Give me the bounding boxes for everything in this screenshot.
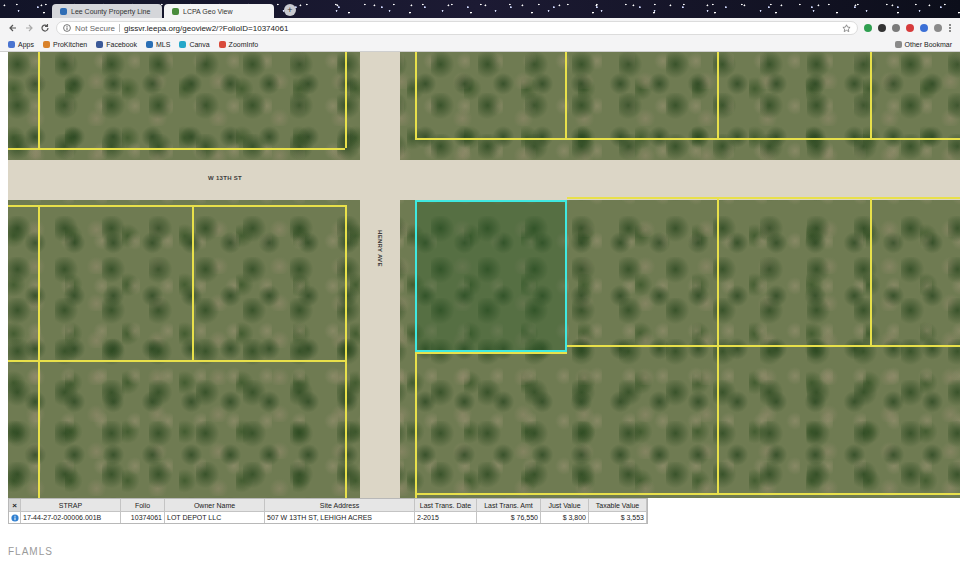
parcel-line xyxy=(192,205,194,360)
column-header[interactable]: Owner Name xyxy=(165,499,265,511)
parcel-line xyxy=(8,148,345,150)
parcel-line xyxy=(415,352,567,354)
browser-tab[interactable]: Lee County Property Line xyxy=(52,4,162,18)
page: W 13TH ST HENRY AVE ×STRAPFolioOwner NameS… xyxy=(0,52,960,557)
back-arrow-icon[interactable] xyxy=(8,23,18,33)
extension-icon[interactable] xyxy=(864,24,872,32)
parcel-line xyxy=(38,52,40,148)
other-bookmarks-label[interactable]: Other Bookmar xyxy=(905,41,952,48)
column-header[interactable]: Taxable Value xyxy=(589,499,647,511)
favicon-icon xyxy=(60,8,67,15)
bookmark-label[interactable]: Apps xyxy=(18,41,34,48)
road xyxy=(360,52,400,498)
parcel-line xyxy=(717,197,719,493)
menu-icon[interactable] xyxy=(948,23,952,33)
extension-icon[interactable] xyxy=(906,24,914,32)
parcel-line xyxy=(870,52,872,138)
info-cell[interactable] xyxy=(9,511,21,523)
column-header[interactable]: Just Value xyxy=(541,499,589,511)
other-bookmarks[interactable]: Other Bookmar xyxy=(895,41,952,48)
table-cell: $ 3,800 xyxy=(541,511,589,523)
reload-icon[interactable] xyxy=(40,23,50,33)
parcel-line xyxy=(415,138,960,140)
column-header[interactable]: Site Address xyxy=(265,499,415,511)
forward-arrow-icon[interactable] xyxy=(24,23,34,33)
bookmark[interactable]: MLS xyxy=(146,41,170,48)
bookmark[interactable]: ZoomInfo xyxy=(219,41,259,48)
column-header[interactable]: Last Trans. Date xyxy=(415,499,477,511)
bookmark-label[interactable]: Facebook xyxy=(106,41,137,48)
divider xyxy=(119,24,120,32)
selected-parcel[interactable] xyxy=(415,200,567,352)
table-cell: LOT DEPOT LLC xyxy=(165,511,265,523)
bookmark-icon xyxy=(96,41,103,48)
bookmarks-bar: Apps ProKitchen Facebook MLS Canva ZoomInfo Ot… xyxy=(0,38,960,52)
parcel-line xyxy=(38,205,40,498)
extension-icon[interactable] xyxy=(920,24,928,32)
tab-bar: Lee County Property Line LCPA Geo View + xyxy=(0,0,960,18)
extension-icon[interactable] xyxy=(934,24,942,32)
bookmark[interactable]: Facebook xyxy=(96,41,137,48)
bookmark-label[interactable]: ZoomInfo xyxy=(229,41,259,48)
watermark: FLAMLS xyxy=(8,546,960,557)
road xyxy=(8,160,960,200)
extension-icon[interactable] xyxy=(892,24,900,32)
column-header[interactable]: STRAP xyxy=(21,499,121,511)
parcel-line xyxy=(567,345,960,347)
close-button[interactable]: × xyxy=(9,499,21,511)
aerial-map[interactable]: W 13TH ST HENRY AVE xyxy=(8,52,960,498)
table-row[interactable]: 17-44-27-02-00006.001B10374061LOT DEPOT … xyxy=(9,511,647,523)
url-field[interactable]: Not Secure gissvr.leepa.org/geoview2/?Fol… xyxy=(56,21,858,35)
table-cell: $ 76,550 xyxy=(477,511,541,523)
table-cell: 17-44-27-02-00006.001B xyxy=(21,511,121,523)
star-icon[interactable] xyxy=(842,24,851,33)
parcel-line xyxy=(565,52,567,138)
table-cell: 507 W 13TH ST, LEHIGH ACRES xyxy=(265,511,415,523)
parcel-line xyxy=(345,205,347,498)
parcel-line xyxy=(870,197,872,345)
tab-label: LCPA Geo View xyxy=(183,8,233,15)
bookmark-icon xyxy=(219,41,226,48)
parcel-line xyxy=(415,52,417,138)
browser-tab[interactable]: LCPA Geo View xyxy=(164,4,274,18)
column-header[interactable]: Last Trans. Amt xyxy=(477,499,541,511)
favicon-icon xyxy=(172,8,179,15)
parcel-line xyxy=(345,52,347,148)
address-bar: Not Secure gissvr.leepa.org/geoview2/?Fol… xyxy=(0,18,960,38)
bookmark-icon xyxy=(146,41,153,48)
bookmark-icon xyxy=(8,41,15,48)
bookmark-icon xyxy=(43,41,50,48)
table-cell: 2-2015 xyxy=(415,511,477,523)
bookmark[interactable]: Canva xyxy=(179,41,209,48)
info-icon xyxy=(63,24,71,32)
bookmark-label[interactable]: ProKitchen xyxy=(53,41,87,48)
folder-icon xyxy=(895,41,902,48)
parcel-line xyxy=(567,197,960,199)
new-tab-button[interactable]: + xyxy=(284,4,296,16)
table-cell: $ 3,553 xyxy=(589,511,647,523)
parcel-line xyxy=(8,360,345,362)
bookmark[interactable]: ProKitchen xyxy=(43,41,87,48)
table-header: ×STRAPFolioOwner NameSite AddressLast Tr… xyxy=(9,499,647,511)
parcel-line xyxy=(717,52,719,138)
bookmark-icon xyxy=(179,41,186,48)
column-header[interactable]: Folio xyxy=(121,499,165,511)
extension-icon[interactable] xyxy=(878,24,886,32)
url-text[interactable]: gissvr.leepa.org/geoview2/?FolioID=10374… xyxy=(124,24,838,33)
table-cell: 10374061 xyxy=(121,511,165,523)
bookmark[interactable]: Apps xyxy=(8,41,34,48)
street-label: HENRY AVE xyxy=(377,230,383,267)
tab-label: Lee County Property Line xyxy=(71,8,150,15)
street-label: W 13TH ST xyxy=(208,175,242,181)
bookmark-label[interactable]: MLS xyxy=(156,41,170,48)
bookmark-label[interactable]: Canva xyxy=(189,41,209,48)
parcel-line xyxy=(8,205,345,207)
results-table: ×STRAPFolioOwner NameSite AddressLast Tr… xyxy=(8,498,648,524)
security-label: Not Secure xyxy=(75,24,115,33)
info-icon[interactable] xyxy=(11,514,19,522)
parcel-line xyxy=(415,493,960,495)
